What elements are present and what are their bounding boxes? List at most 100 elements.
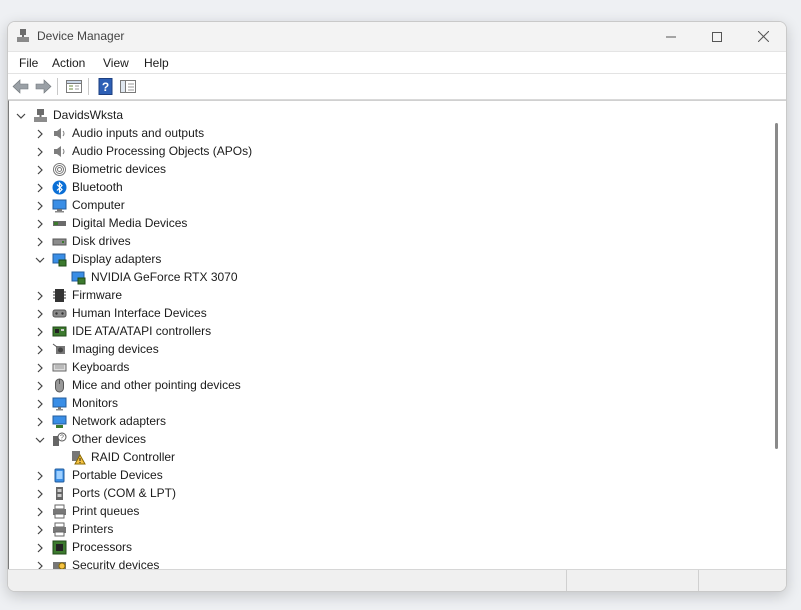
tree-root-label: DavidsWksta: [53, 108, 124, 122]
toolbar-separator: [88, 78, 89, 95]
chevron-right-icon[interactable]: [35, 326, 45, 337]
maximize-icon: [712, 31, 722, 42]
tree-item-label: Printers: [72, 522, 114, 536]
category-item[interactable]: IDE ATA/ATAPI controllers: [9, 322, 749, 340]
chevron-right-icon[interactable]: [35, 236, 45, 247]
category-item[interactable]: Firmware: [9, 286, 749, 304]
category-item[interactable]: Keyboards: [9, 358, 749, 376]
chevron-right-icon[interactable]: [35, 380, 45, 391]
chevron-right-icon[interactable]: [35, 362, 45, 373]
tree-item-label: Keyboards: [72, 360, 130, 374]
menu-action[interactable]: Action: [51, 56, 86, 70]
category-item[interactable]: Biometric devices: [9, 160, 749, 178]
category-item[interactable]: Audio Processing Objects (APOs): [9, 142, 749, 160]
computer-tree-icon: [33, 108, 48, 123]
category-item[interactable]: Network adapters: [9, 412, 749, 430]
category-item[interactable]: Computer: [9, 196, 749, 214]
tree-item-label: Audio Processing Objects (APOs): [72, 144, 253, 158]
chevron-right-icon[interactable]: [35, 182, 45, 193]
chevron-down-icon[interactable]: [35, 254, 45, 264]
tree-item-label: Processors: [72, 540, 133, 554]
menu-file[interactable]: File: [18, 56, 39, 70]
category-item[interactable]: Disk drives: [9, 232, 749, 250]
tree-item-label: Biometric devices: [72, 162, 167, 176]
category-item[interactable]: Ports (COM & LPT): [9, 484, 749, 502]
properties-icon[interactable]: [65, 78, 83, 95]
device-manager-window: Device Manager File Action View Help ? D…: [7, 21, 787, 592]
minimize-button[interactable]: [648, 22, 694, 51]
category-item[interactable]: Processors: [9, 538, 749, 556]
tree-item-label: Human Interface Devices: [72, 306, 207, 320]
toolbar: ?: [8, 73, 786, 100]
tree-item-label: Imaging devices: [72, 342, 159, 356]
camera-icon: [52, 342, 67, 357]
category-item[interactable]: Mice and other pointing devices: [9, 376, 749, 394]
back-icon[interactable]: [12, 78, 30, 95]
category-item[interactable]: Human Interface Devices: [9, 304, 749, 322]
chevron-down-icon[interactable]: [35, 434, 45, 444]
maximize-button[interactable]: [694, 22, 740, 51]
tree-item-label: Print queues: [72, 504, 140, 518]
menu-view[interactable]: View: [102, 56, 130, 70]
category-item[interactable]: Digital Media Devices: [9, 214, 749, 232]
svg-text:?: ?: [60, 435, 64, 442]
firmware-icon: [52, 288, 67, 303]
media-device-icon: [52, 216, 67, 231]
category-item[interactable]: Display adapters: [9, 250, 749, 268]
chevron-right-icon[interactable]: [35, 290, 45, 301]
forward-icon[interactable]: [34, 78, 52, 95]
category-item[interactable]: Portable Devices: [9, 466, 749, 484]
chevron-right-icon[interactable]: [35, 506, 45, 517]
chevron-right-icon[interactable]: [35, 344, 45, 355]
chevron-right-icon[interactable]: [35, 488, 45, 499]
computer-icon: [52, 198, 67, 213]
chevron-right-icon[interactable]: [35, 200, 45, 211]
chevron-right-icon[interactable]: [35, 146, 45, 157]
tree-item-label: Ports (COM & LPT): [72, 486, 177, 500]
tree-root[interactable]: DavidsWksta: [9, 106, 749, 124]
category-item[interactable]: Print queues: [9, 502, 749, 520]
chevron-right-icon[interactable]: [35, 398, 45, 409]
tree-item-label: Computer: [72, 198, 125, 212]
status-cell: [698, 570, 786, 591]
tree-item-label: Firmware: [72, 288, 122, 302]
device-tree[interactable]: DavidsWksta Audio inputs and outputs Audi…: [8, 100, 786, 570]
category-item[interactable]: Imaging devices: [9, 340, 749, 358]
category-item[interactable]: Security devices: [9, 556, 749, 570]
chevron-right-icon[interactable]: [35, 542, 45, 553]
chevron-right-icon[interactable]: [35, 470, 45, 481]
category-item[interactable]: Printers: [9, 520, 749, 538]
device-item[interactable]: NVIDIA GeForce RTX 3070: [9, 268, 749, 286]
toolbar-separator: [57, 78, 58, 95]
monitor-icon: [52, 396, 67, 411]
chevron-right-icon[interactable]: [35, 308, 45, 319]
status-bar: [8, 569, 786, 591]
minimize-icon: [666, 36, 676, 37]
category-item[interactable]: Bluetooth: [9, 178, 749, 196]
tree-item-label: Digital Media Devices: [72, 216, 188, 230]
tree-item-label: Bluetooth: [72, 180, 123, 194]
device-item[interactable]: RAID Controller: [9, 448, 749, 466]
tree-item-label: Display adapters: [72, 252, 162, 266]
port-icon: [52, 486, 67, 501]
chevron-right-icon[interactable]: [35, 524, 45, 535]
tree-item-label: Audio inputs and outputs: [72, 126, 205, 140]
scrollbar-thumb[interactable]: [775, 123, 778, 449]
category-item[interactable]: ? Other devices: [9, 430, 749, 448]
menu-help[interactable]: Help: [143, 56, 170, 70]
category-item[interactable]: Audio inputs and outputs: [9, 124, 749, 142]
tree-item-label: Disk drives: [72, 234, 131, 248]
title-bar[interactable]: Device Manager: [8, 22, 786, 51]
close-button[interactable]: [740, 22, 786, 51]
show-hide-icon[interactable]: [119, 78, 137, 95]
chevron-right-icon[interactable]: [35, 416, 45, 427]
printer-icon: [52, 522, 67, 537]
category-item[interactable]: Monitors: [9, 394, 749, 412]
disk-icon: [52, 234, 67, 249]
chevron-right-icon[interactable]: [35, 164, 45, 175]
chevron-right-icon[interactable]: [35, 218, 45, 229]
bluetooth-icon: [52, 180, 67, 195]
help-icon[interactable]: ?: [97, 78, 115, 95]
chevron-right-icon[interactable]: [35, 128, 45, 139]
chevron-down-icon[interactable]: [16, 110, 26, 120]
